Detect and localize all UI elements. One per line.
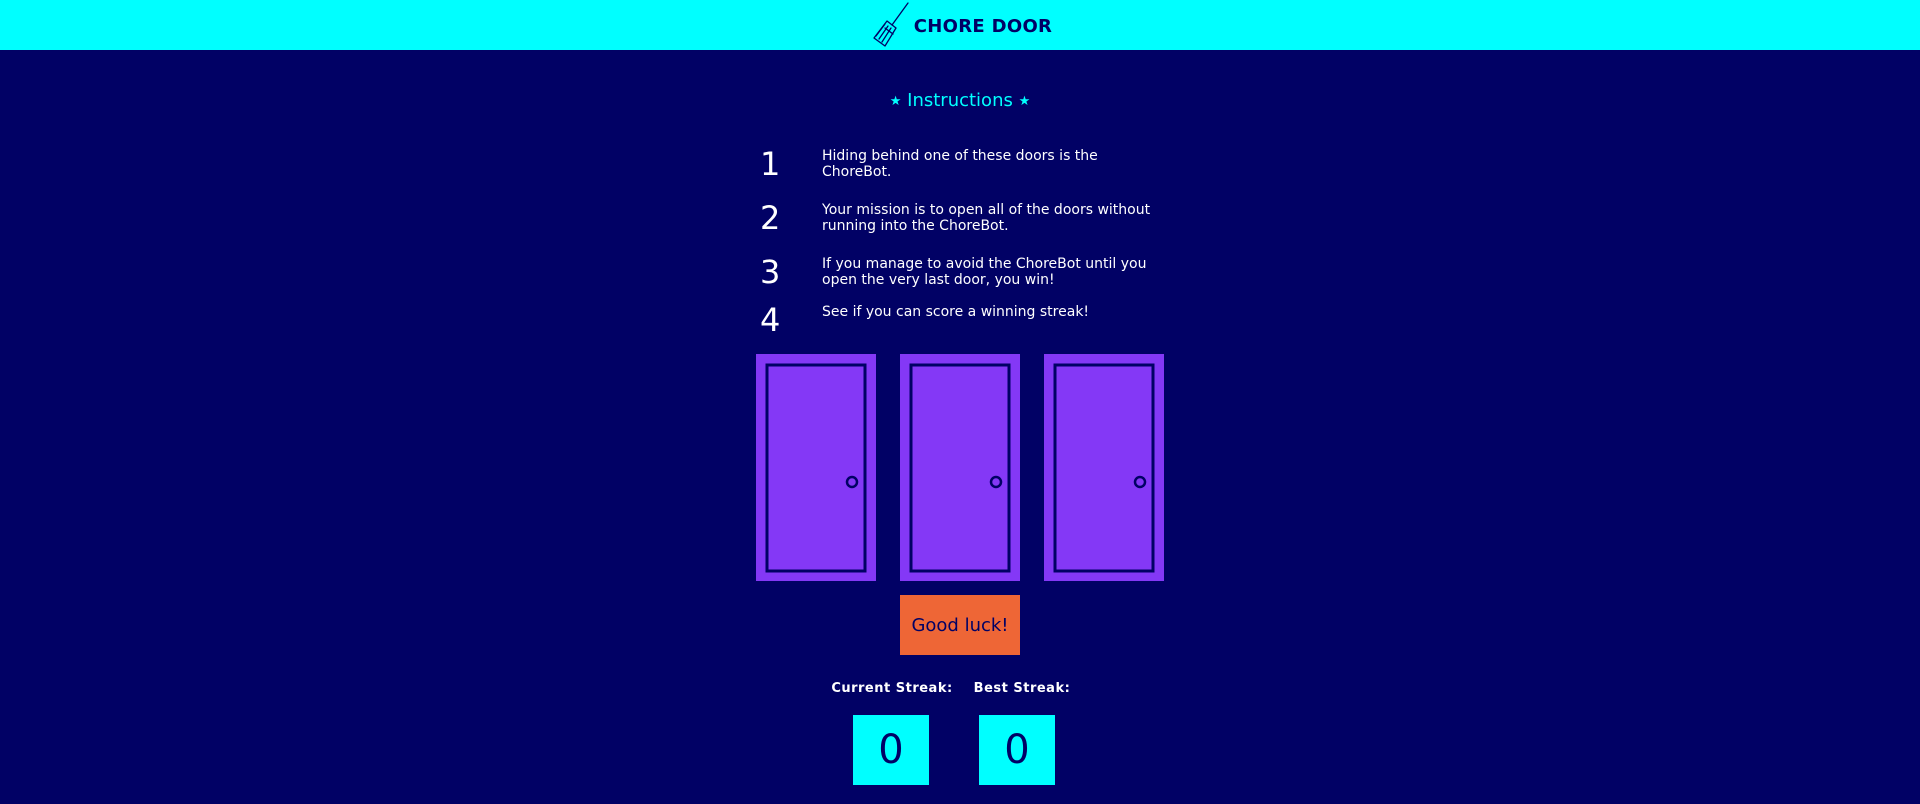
best-streak-value: 0 xyxy=(979,715,1055,785)
app-title: CHORE DOOR xyxy=(913,15,1053,37)
instruction-text: Your mission is to open all of the doors… xyxy=(822,202,1151,234)
star-icon: ★ xyxy=(889,94,902,109)
instruction-number: 2 xyxy=(760,199,781,237)
door-3[interactable] xyxy=(1044,354,1164,581)
instruction-item: 3 If you manage to avoid the ChoreBot un… xyxy=(760,254,1160,294)
instruction-item: 4 See if you can score a winning streak! xyxy=(760,302,1160,342)
instruction-item: 2 Your mission is to open all of the doo… xyxy=(760,200,1160,240)
closed-door-icon xyxy=(909,363,1011,573)
instruction-number: 1 xyxy=(760,145,781,183)
current-streak-value: 0 xyxy=(853,715,929,785)
closed-door-icon xyxy=(765,363,867,573)
logo: CHORE DOOR xyxy=(872,2,1053,47)
star-icon: ★ xyxy=(1018,94,1031,109)
closed-door-icon xyxy=(1053,363,1155,573)
instruction-text: See if you can score a winning streak! xyxy=(822,304,1090,320)
door-1[interactable] xyxy=(756,354,876,581)
instruction-number: 4 xyxy=(760,301,781,339)
start-button[interactable]: Good luck! xyxy=(900,595,1020,655)
instructions-title: Instructions xyxy=(907,90,1013,111)
broom-icon xyxy=(873,2,909,47)
instructions-heading: ★ Instructions ★ xyxy=(0,90,1920,111)
instruction-text: Hiding behind one of these doors is the … xyxy=(822,148,1098,180)
door-2[interactable] xyxy=(900,354,1020,581)
instruction-number: 3 xyxy=(760,253,781,291)
app-header: CHORE DOOR xyxy=(0,0,1920,50)
current-streak-label: Current Streak: xyxy=(831,681,953,696)
instruction-text: If you manage to avoid the ChoreBot unti… xyxy=(822,256,1147,288)
instruction-item: 1 Hiding behind one of these doors is th… xyxy=(760,146,1160,186)
best-streak-label: Best Streak: xyxy=(973,681,1071,696)
